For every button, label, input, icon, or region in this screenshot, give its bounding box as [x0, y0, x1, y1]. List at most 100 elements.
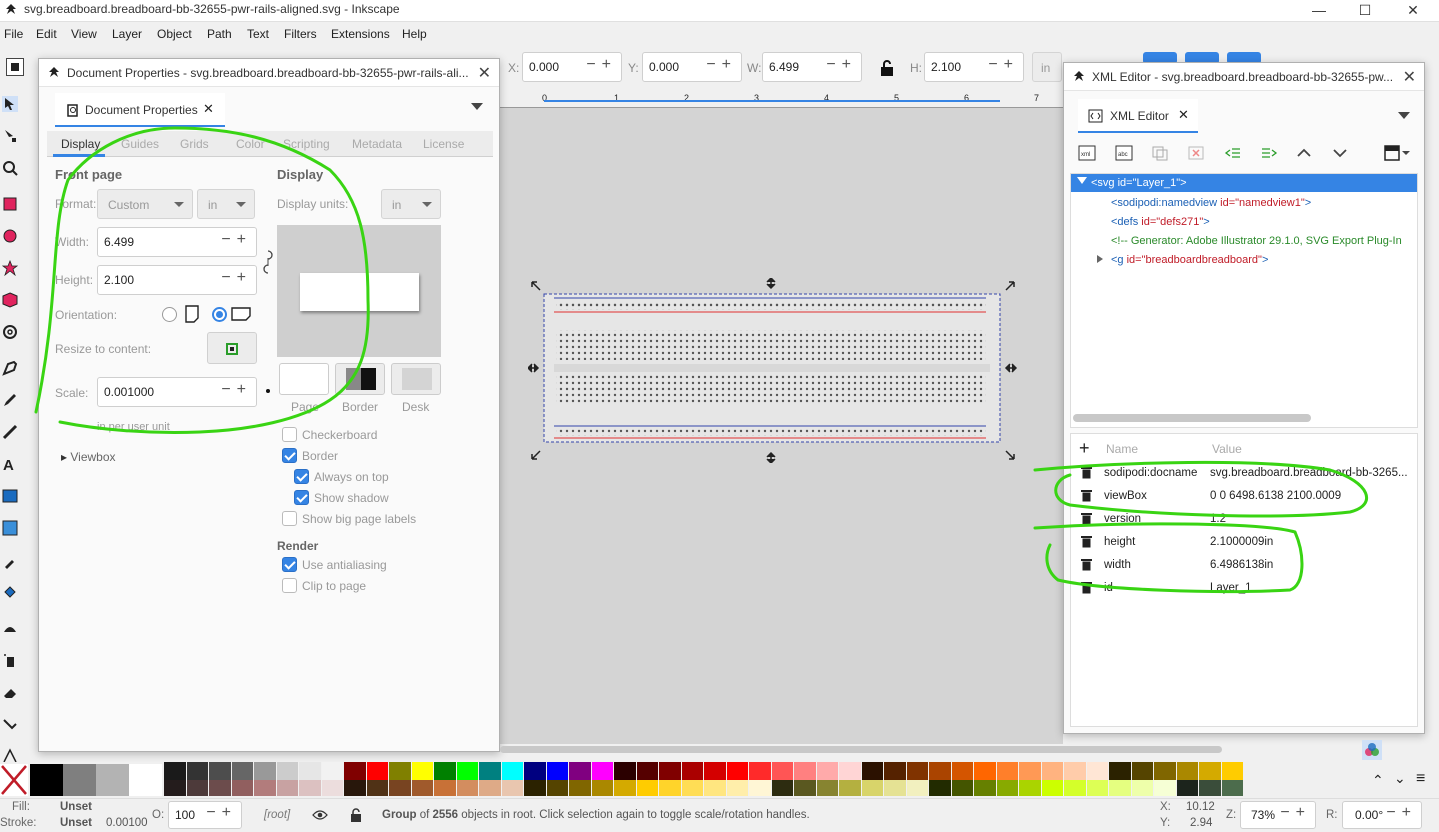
- color-swatch[interactable]: [974, 762, 996, 780]
- color-swatch[interactable]: [546, 780, 568, 796]
- color-swatch[interactable]: [614, 780, 636, 796]
- rotation-field[interactable]: 0.00° −+: [1342, 801, 1422, 829]
- color-swatch[interactable]: [749, 780, 771, 796]
- w-stepper-icon[interactable]: −+: [826, 56, 857, 74]
- gradient-tool-icon[interactable]: [2, 488, 18, 504]
- color-swatch[interactable]: [456, 780, 478, 796]
- color-swatch[interactable]: [366, 762, 388, 780]
- attribute-value[interactable]: svg.breadboard.breadboard-bb-3265...: [1210, 467, 1418, 479]
- color-swatch[interactable]: [434, 780, 456, 796]
- xml-editor-notebook-tab[interactable]: XML Editor ✕: [1078, 99, 1198, 133]
- color-swatch[interactable]: [209, 780, 231, 796]
- current-layer[interactable]: [root]: [264, 809, 290, 821]
- mesh-tool-icon[interactable]: [2, 520, 18, 536]
- drawing-canvas[interactable]: [498, 108, 1063, 744]
- menu-file[interactable]: File: [4, 27, 23, 41]
- color-swatch[interactable]: [861, 762, 883, 780]
- color-swatch[interactable]: [209, 762, 231, 780]
- color-swatch[interactable]: [1176, 780, 1198, 796]
- menu-path[interactable]: Path: [207, 27, 232, 41]
- 3d-box-tool-icon[interactable]: [2, 292, 18, 308]
- big-page-labels-checkbox[interactable]: [282, 511, 297, 526]
- color-swatch[interactable]: [1221, 780, 1243, 796]
- doc-props-tab-close-icon[interactable]: ✕: [203, 101, 214, 117]
- doc-props-close-button[interactable]: ✕: [478, 63, 491, 83]
- stroke-width-value[interactable]: 0.00100: [106, 817, 148, 829]
- color-swatch[interactable]: [254, 762, 276, 780]
- tab-guides[interactable]: Guides: [121, 137, 159, 151]
- y-stepper-icon[interactable]: −+: [706, 56, 737, 74]
- chevron-down-icon[interactable]: [1398, 112, 1410, 119]
- color-swatch[interactable]: [591, 780, 613, 796]
- color-swatch[interactable]: [951, 762, 973, 780]
- show-shadow-checkbox[interactable]: [294, 490, 309, 505]
- layout-menu-icon[interactable]: [1384, 145, 1410, 161]
- color-swatch[interactable]: [681, 762, 703, 780]
- color-swatch[interactable]: [996, 780, 1018, 796]
- maximize-button[interactable]: ☐: [1342, 0, 1388, 22]
- color-swatch[interactable]: [164, 762, 186, 780]
- trash-icon[interactable]: [1081, 512, 1092, 525]
- color-swatch[interactable]: [1131, 762, 1153, 780]
- color-swatch[interactable]: [1086, 780, 1108, 796]
- tab-metadata[interactable]: Metadata: [352, 137, 402, 151]
- menu-filters[interactable]: Filters: [284, 27, 317, 41]
- canvas-horizontal-scrollbar[interactable]: [500, 746, 1222, 753]
- menu-extensions[interactable]: Extensions: [331, 27, 390, 41]
- lower-node-icon[interactable]: [1332, 147, 1348, 159]
- color-swatch[interactable]: [344, 762, 366, 780]
- resize-to-content-button[interactable]: [207, 332, 257, 364]
- attribute-value[interactable]: 2.1000009in: [1210, 536, 1418, 548]
- attribute-row[interactable]: sodipodi:docname svg.breadboard.breadboa…: [1071, 462, 1418, 485]
- color-swatch[interactable]: [299, 780, 321, 796]
- tab-grids[interactable]: Grids: [180, 137, 209, 151]
- color-swatch[interactable]: [30, 764, 63, 796]
- tweak-tool-icon[interactable]: [2, 620, 18, 636]
- color-swatch[interactable]: [929, 762, 951, 780]
- color-swatch[interactable]: [479, 780, 501, 796]
- stroke-value[interactable]: Unset: [60, 817, 92, 829]
- viewbox-expander[interactable]: ▸ Viewbox: [61, 450, 116, 464]
- color-swatch[interactable]: [749, 762, 771, 780]
- color-swatch[interactable]: [1154, 762, 1176, 780]
- color-swatch[interactable]: [996, 762, 1018, 780]
- landscape-radio[interactable]: [212, 307, 227, 322]
- color-swatch[interactable]: [839, 762, 861, 780]
- tab-color[interactable]: Color: [236, 137, 265, 151]
- border-color-button[interactable]: [335, 363, 385, 395]
- new-element-node-icon[interactable]: xml: [1078, 145, 1096, 161]
- page-color-button[interactable]: [279, 363, 329, 395]
- color-swatch[interactable]: [366, 780, 388, 796]
- color-swatch[interactable]: [569, 762, 591, 780]
- expand-triangle-icon[interactable]: [1077, 177, 1087, 184]
- opacity-field[interactable]: 100 −+: [168, 801, 242, 829]
- zoom-tool-icon[interactable]: [2, 160, 18, 176]
- scale-stepper-icon[interactable]: −+: [221, 381, 252, 399]
- no-paint-swatch-icon[interactable]: [0, 764, 28, 796]
- pencil-tool-icon[interactable]: [2, 392, 18, 408]
- collapsed-triangle-icon[interactable]: [1097, 255, 1103, 263]
- color-swatch[interactable]: [1019, 762, 1041, 780]
- color-swatch[interactable]: [974, 780, 996, 796]
- height-stepper-icon[interactable]: −+: [221, 269, 252, 287]
- color-swatch[interactable]: [1199, 762, 1221, 780]
- color-swatch[interactable]: [1109, 780, 1131, 796]
- menu-edit[interactable]: Edit: [36, 27, 57, 41]
- attribute-row[interactable]: viewBox 0 0 6498.6138 2100.0009: [1071, 485, 1418, 508]
- palette-scroll-up-icon[interactable]: ⌃: [1372, 772, 1384, 789]
- clip-to-page-checkbox[interactable]: [282, 578, 297, 593]
- trash-icon[interactable]: [1081, 489, 1092, 502]
- xml-node-selected[interactable]: <svg id="Layer_1">: [1071, 174, 1417, 192]
- color-swatch[interactable]: [1199, 780, 1221, 796]
- rotation-stepper-icon[interactable]: −+: [1386, 804, 1417, 822]
- attribute-value[interactable]: Layer_1: [1210, 582, 1418, 594]
- color-swatch[interactable]: [389, 780, 411, 796]
- rectangle-tool-icon[interactable]: [2, 196, 18, 212]
- color-swatch[interactable]: [591, 762, 613, 780]
- color-swatch[interactable]: [1019, 780, 1041, 796]
- color-swatch[interactable]: [794, 762, 816, 780]
- color-swatch[interactable]: [1154, 780, 1176, 796]
- antialiasing-checkbox[interactable]: [282, 557, 297, 572]
- desk-color-button[interactable]: [391, 363, 441, 395]
- palette-menu-icon[interactable]: ≡: [1416, 770, 1425, 788]
